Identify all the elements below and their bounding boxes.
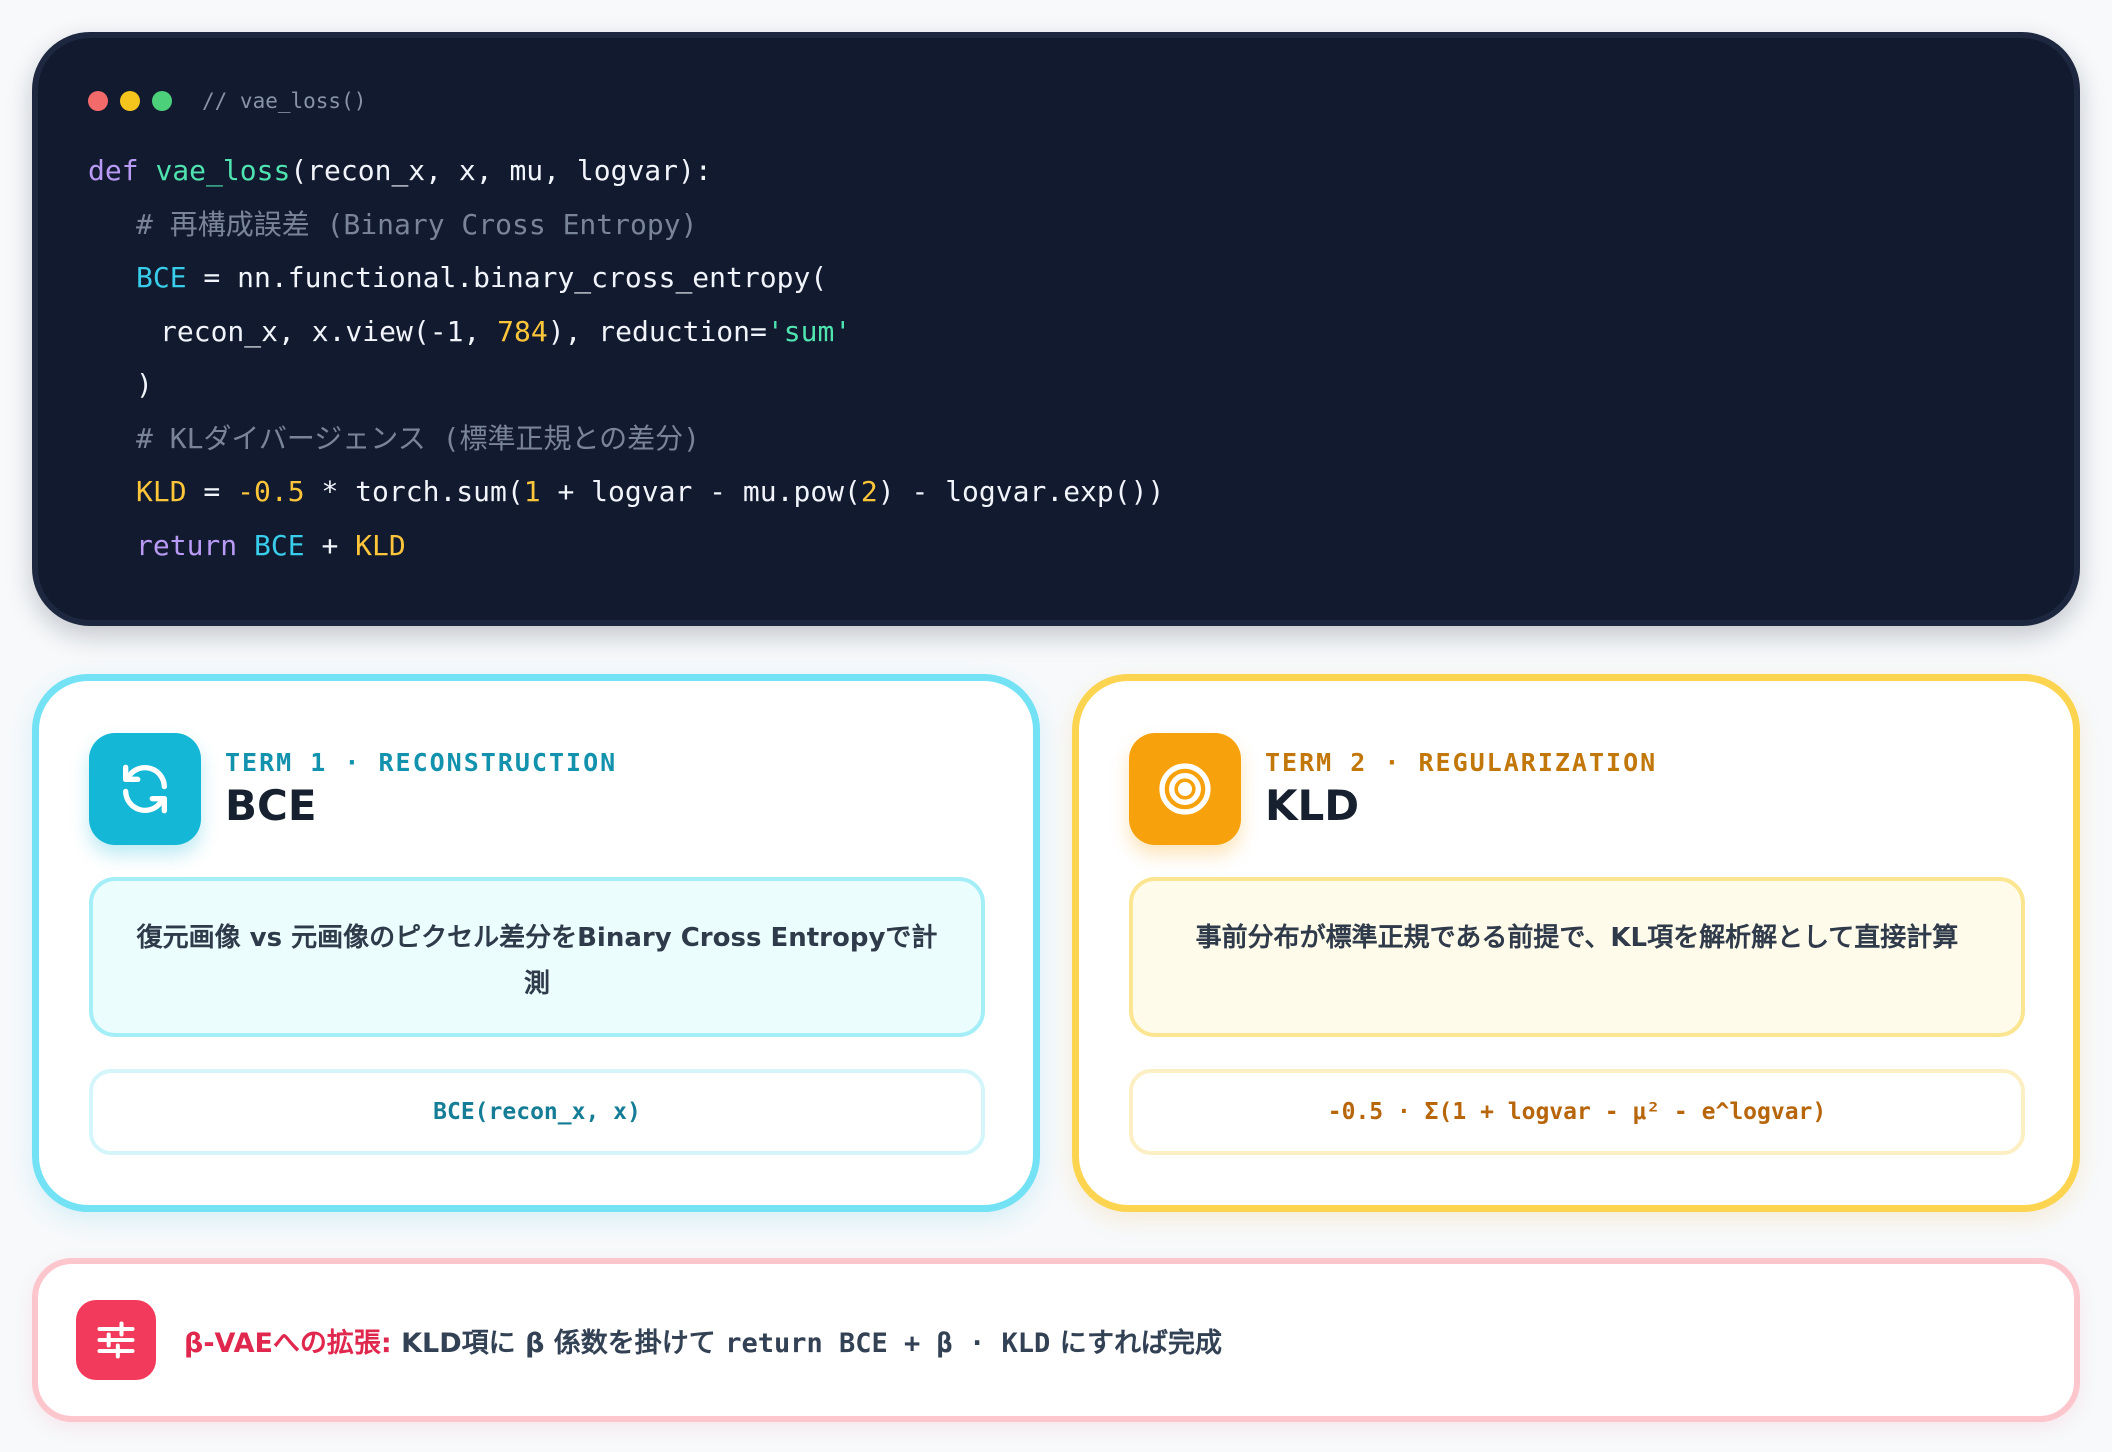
term-description: 復元画像 vs 元画像のピクセル差分をBinary Cross Entropyで…: [89, 877, 985, 1037]
code-line-6-comment: # KLダイバージェンス (標準正規との差分): [136, 421, 701, 455]
code-line-4: recon_x, x.view(-1, 784), reduction='sum…: [88, 305, 2074, 359]
code-block: def vae_loss(recon_x, x, mu, logvar): # …: [88, 144, 2074, 572]
code-line-5: ): [136, 368, 153, 401]
term-formula: -0.5 · Σ(1 + logvar - μ² - e^logvar): [1129, 1069, 2025, 1155]
code-line-1: def vae_loss(recon_x, x, mu, logvar):: [88, 144, 2074, 198]
code-text: * torch.sum(: [304, 475, 524, 508]
code-text: = nn.functional.binary_cross_entropy(: [186, 261, 828, 294]
close-dot-icon[interactable]: [88, 91, 108, 111]
kld-term-card: TERM 2 · REGULARIZATION KLD 事前分布が標準正規である…: [1072, 674, 2080, 1212]
number-literal: 2: [860, 475, 878, 508]
code-text: (recon_x, x, mu, logvar):: [290, 154, 712, 187]
sliders-icon: [76, 1300, 156, 1380]
bce-term-card: TERM 1 · RECONSTRUCTION BCE 復元画像 vs 元画像の…: [32, 674, 1040, 1212]
window-title: // vae_loss(): [202, 89, 367, 113]
number-literal: 1: [523, 475, 541, 508]
variable-bce: BCE: [136, 261, 187, 294]
code-line-2-comment: # 再構成誤差 (Binary Cross Entropy): [136, 207, 698, 241]
term-label: TERM 2 · REGULARIZATION: [1265, 748, 1658, 777]
term-name: KLD: [1265, 781, 1360, 830]
term-label: TERM 1 · RECONSTRUCTION: [225, 748, 618, 777]
note-code: return BCE + β · KLD: [725, 1327, 1051, 1359]
note-body: KLD項に β 係数を掛けて: [391, 1327, 726, 1359]
minimize-dot-icon[interactable]: [120, 91, 140, 111]
number-literal: 784: [497, 314, 548, 348]
code-line-8: return BCE + KLD: [88, 519, 2074, 573]
code-line-7: KLD = -0.5 * torch.sum(1 + logvar - mu.p…: [88, 465, 2074, 519]
term-description: 事前分布が標準正規である前提で、KL項を解析解として直接計算: [1129, 877, 2025, 1037]
window-titlebar: // vae_loss(): [88, 84, 2074, 118]
code-text: +: [304, 528, 356, 562]
variable-kld: KLD: [355, 528, 406, 562]
function-name: vae_loss: [155, 154, 291, 187]
variable-kld: KLD: [136, 475, 187, 508]
code-text: ), reduction=: [547, 314, 767, 348]
code-text: recon_x, x.view(-1,: [160, 314, 498, 348]
beta-vae-note: β-VAEへの拡張: KLD項に β 係数を掛けて return BCE + β…: [32, 1258, 2080, 1422]
target-icon: [1129, 733, 1241, 845]
note-body-end: にすれば完成: [1050, 1327, 1222, 1359]
code-line-3: BCE = nn.functional.binary_cross_entropy…: [88, 251, 2074, 305]
maximize-dot-icon[interactable]: [152, 91, 172, 111]
refresh-icon: [89, 733, 201, 845]
card-heading: TERM 2 · REGULARIZATION KLD: [1265, 746, 1657, 832]
code-text: + logvar - mu.pow(: [540, 475, 861, 508]
page: // vae_loss() def vae_loss(recon_x, x, m…: [0, 0, 2112, 1452]
note-lead: β-VAEへの拡張:: [184, 1327, 392, 1359]
code-window: // vae_loss() def vae_loss(recon_x, x, m…: [32, 32, 2080, 626]
number-literal: -0.5: [237, 475, 305, 508]
keyword: return: [136, 528, 238, 562]
term-formula: BCE(recon_x, x): [89, 1069, 985, 1155]
code-text: =: [186, 475, 238, 508]
note-text: β-VAEへの拡張: KLD項に β 係数を掛けて return BCE + β…: [184, 1321, 1222, 1360]
card-header: TERM 2 · REGULARIZATION KLD: [1129, 733, 2023, 845]
card-heading: TERM 1 · RECONSTRUCTION BCE: [225, 746, 617, 832]
keyword: def: [88, 154, 139, 187]
code-text: ) - logvar.exp()): [877, 475, 1165, 508]
card-header: TERM 1 · RECONSTRUCTION BCE: [89, 733, 983, 845]
term-name: BCE: [225, 781, 317, 830]
variable-bce: BCE: [254, 528, 305, 562]
string-literal: 'sum': [766, 314, 852, 348]
